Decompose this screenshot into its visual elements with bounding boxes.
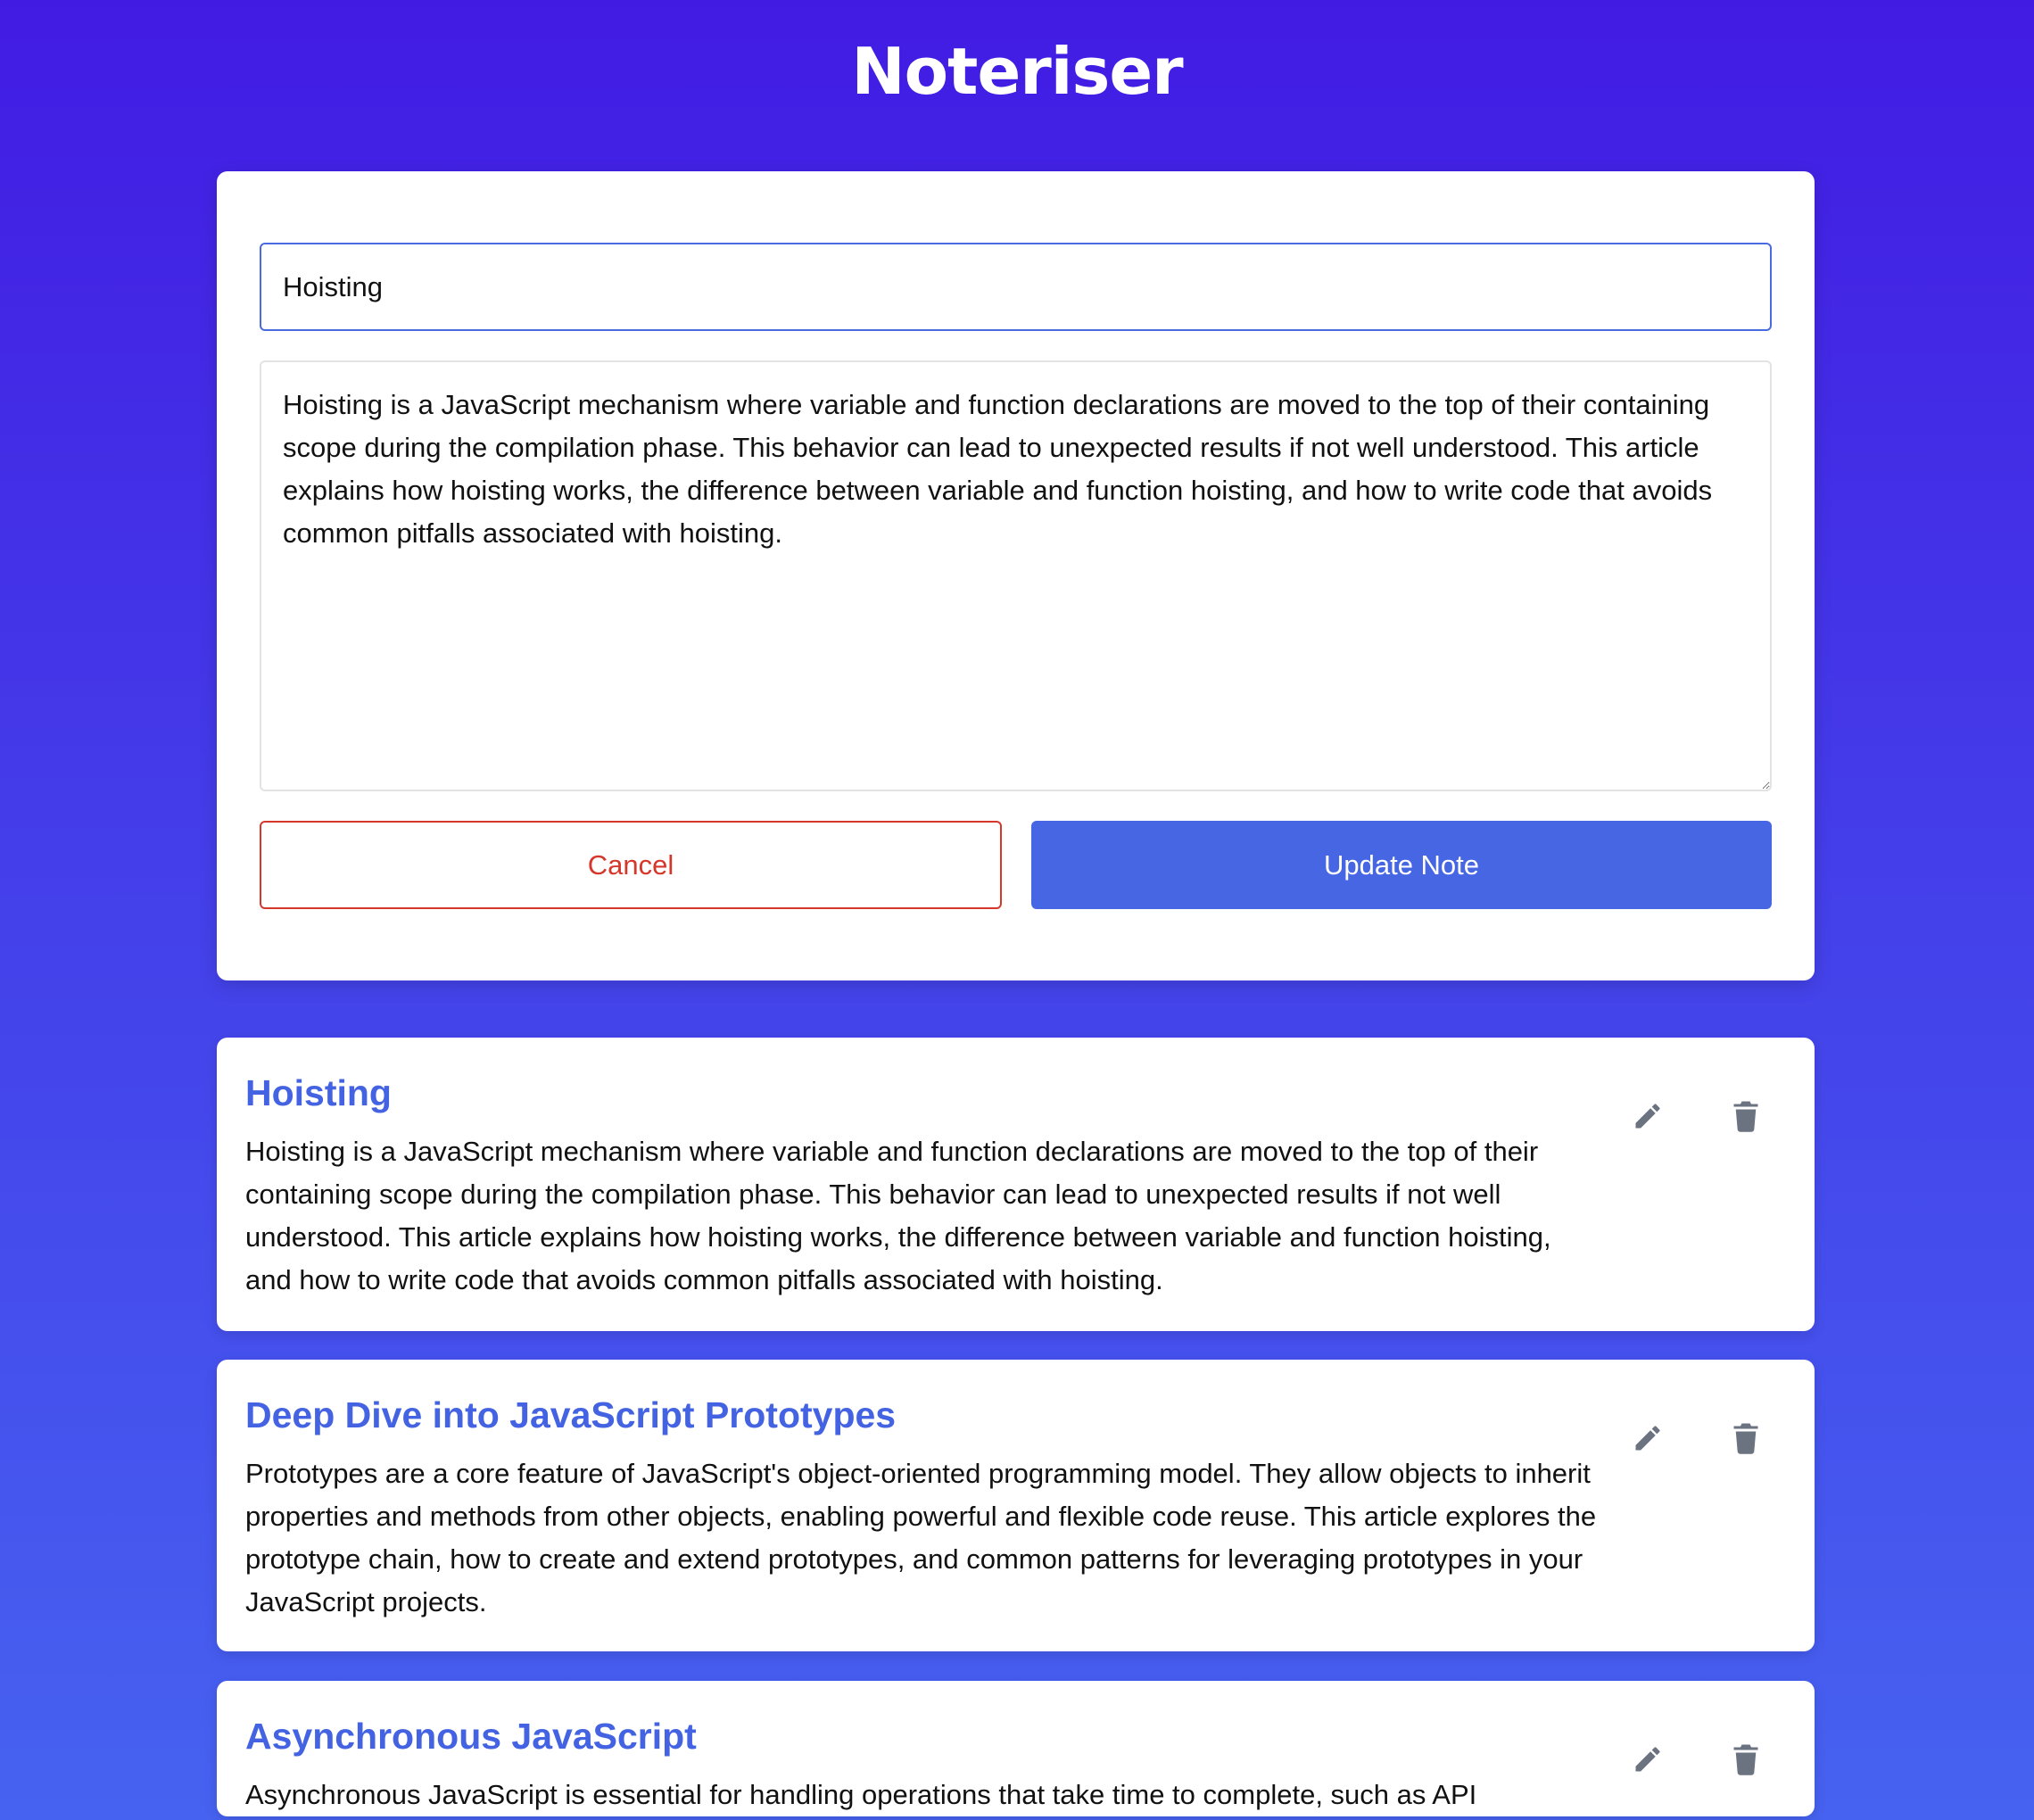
- note-title-input[interactable]: [260, 243, 1772, 331]
- note-title: Deep Dive into JavaScript Prototypes: [245, 1394, 897, 1435]
- note-title: Hoisting: [245, 1072, 392, 1113]
- delete-note-button[interactable]: [1719, 1411, 1773, 1465]
- pencil-icon: [1635, 1747, 1660, 1772]
- app-title: Noteriser: [851, 34, 1183, 109]
- edit-note-button[interactable]: [1621, 1733, 1674, 1786]
- note-form: Hoisting is a JavaScript mechanism where…: [217, 171, 1815, 980]
- note-card: Hoisting Hoisting is a JavaScript mechan…: [217, 1038, 1815, 1331]
- pencil-icon: [1635, 1426, 1660, 1451]
- note-card: Deep Dive into JavaScript Prototypes Pro…: [217, 1360, 1815, 1651]
- note-body: Asynchronous JavaScript is essential for…: [245, 1779, 1477, 1810]
- note-body: Hoisting is a JavaScript mechanism where…: [245, 1136, 1551, 1295]
- delete-note-button[interactable]: [1719, 1733, 1773, 1786]
- edit-note-button[interactable]: [1621, 1411, 1674, 1465]
- edit-note-button[interactable]: [1621, 1089, 1674, 1143]
- update-note-button[interactable]: Update Note: [1031, 821, 1772, 909]
- delete-note-button[interactable]: [1719, 1089, 1773, 1143]
- cancel-button[interactable]: Cancel: [260, 821, 1002, 909]
- note-body-textarea[interactable]: Hoisting is a JavaScript mechanism where…: [260, 360, 1772, 791]
- note-card: Asynchronous JavaScript Asynchronous Jav…: [217, 1681, 1815, 1816]
- trash-icon: [1733, 1101, 1758, 1132]
- pencil-icon: [1635, 1104, 1660, 1129]
- trash-icon: [1733, 1423, 1758, 1454]
- note-title: Asynchronous JavaScript: [245, 1716, 697, 1757]
- note-body: Prototypes are a core feature of JavaScr…: [245, 1458, 1597, 1617]
- trash-icon: [1733, 1744, 1758, 1775]
